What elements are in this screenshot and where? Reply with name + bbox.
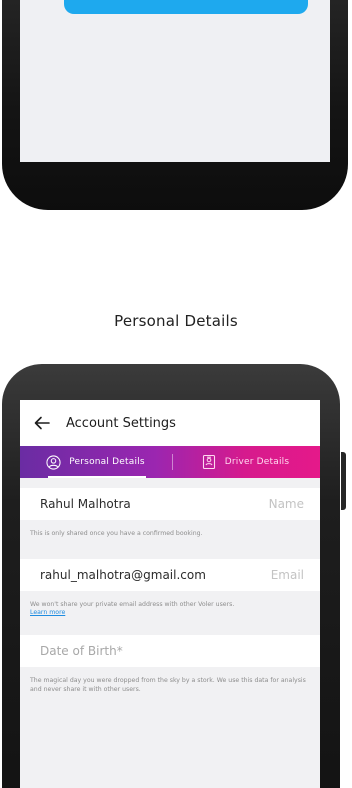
id-card-icon (201, 454, 217, 470)
arrow-left-icon[interactable] (24, 400, 60, 446)
phone-side-button (341, 452, 346, 510)
account-settings-screen: Account Settings Personal Details Driver… (20, 400, 320, 788)
tab-personal-details[interactable]: Personal Details (20, 446, 170, 478)
app-bar: Account Settings (20, 400, 320, 446)
email-helper-text: We won't share your private email addres… (30, 601, 235, 608)
tab-label: Personal Details (69, 457, 145, 467)
dob-field[interactable]: Date of Birth* (20, 635, 320, 667)
name-label: Name (268, 497, 304, 511)
user-circle-icon (45, 454, 61, 470)
dob-helper-text: The magical day you were dropped from th… (30, 677, 306, 693)
email-value: rahul_malhotra@gmail.com (40, 568, 206, 582)
email-field[interactable]: rahul_malhotra@gmail.com Email (20, 559, 320, 591)
learn-more-link[interactable]: Learn more (30, 609, 65, 616)
primary-cta-button[interactable] (64, 0, 308, 14)
settings-tabbar: Personal Details Driver Details (20, 446, 320, 478)
top-phone-mockup (2, 0, 348, 210)
tab-driver-details[interactable]: Driver Details (170, 446, 320, 478)
section-caption: Personal Details (114, 312, 238, 330)
tab-label: Driver Details (224, 457, 290, 467)
name-value: Rahul Malhotra (40, 497, 131, 511)
top-phone-screen (20, 0, 330, 162)
name-helper-text: This is only shared once you have a conf… (30, 530, 203, 537)
page-title: Account Settings (66, 415, 176, 431)
name-field[interactable]: Rahul Malhotra Name (20, 488, 320, 520)
dob-placeholder: Date of Birth* (40, 644, 123, 658)
email-label: Email (270, 568, 304, 582)
showcase-page: Personal Details Account Settings Person… (0, 0, 352, 788)
bottom-phone-mockup: Account Settings Personal Details Driver… (2, 364, 340, 788)
